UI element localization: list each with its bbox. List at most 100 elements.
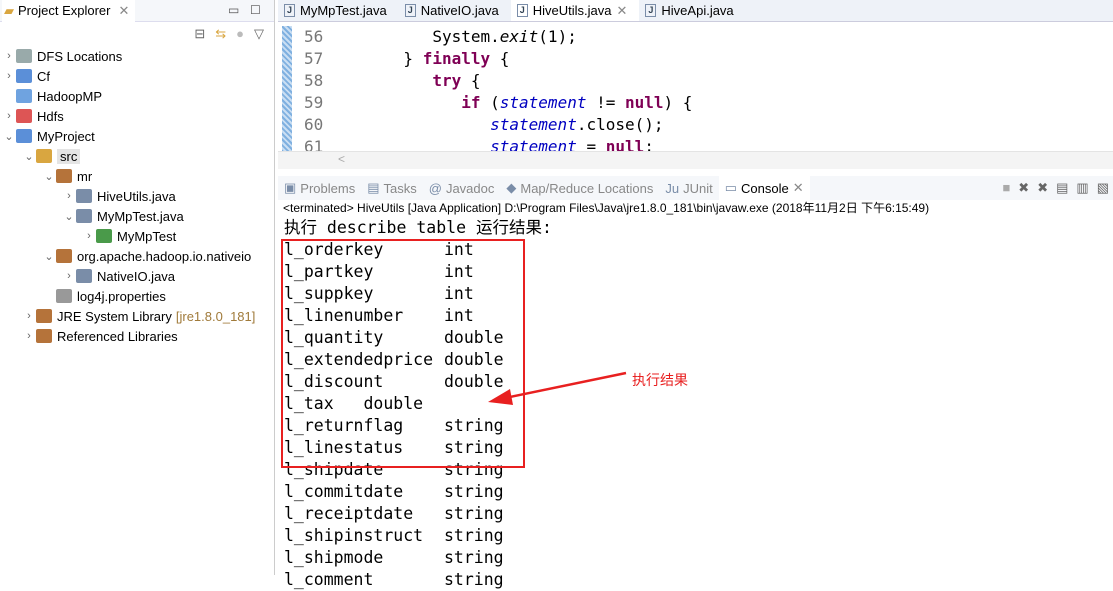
- view-tab[interactable]: ◆ Map/Reduce Locations: [500, 180, 659, 196]
- chevron-down-icon[interactable]: ⌄: [62, 210, 76, 223]
- arrow-icon: [488, 371, 627, 405]
- chevron-down-icon[interactable]: ⌄: [42, 250, 56, 263]
- tree-item-icon: [36, 309, 52, 323]
- tree-item[interactable]: ⌄ MyMpTest.java: [0, 206, 274, 226]
- close-icon[interactable]: ✕: [617, 3, 628, 19]
- line-number: 61: [304, 137, 324, 152]
- chevron-right-icon[interactable]: ›: [62, 190, 76, 202]
- scroll-lock-icon[interactable]: ▥: [1076, 180, 1088, 196]
- view-tab[interactable]: ▣ Problems: [278, 180, 361, 196]
- console-line: l_shipmode string: [284, 547, 1113, 569]
- focus-icon[interactable]: ●: [236, 26, 244, 42]
- tree-item[interactable]: › JRE System Library [jre1.8.0_181]: [0, 306, 274, 326]
- line-number: 60: [304, 115, 324, 134]
- tree-item[interactable]: ⌄ org.apache.hadoop.io.nativeio: [0, 246, 274, 266]
- tree-item-icon: [56, 289, 72, 303]
- tree-item[interactable]: log4j.properties: [0, 286, 274, 306]
- line-number: 58: [304, 71, 324, 90]
- tree-item-icon: [76, 189, 92, 203]
- tree-item[interactable]: ⌄ MyProject: [0, 126, 274, 146]
- annotation-label: 执行结果: [632, 372, 688, 388]
- tree-item-icon: [56, 169, 72, 183]
- remove-launch-icon[interactable]: ✖: [1018, 180, 1029, 196]
- chevron-right-icon[interactable]: ›: [82, 230, 96, 242]
- view-tab[interactable]: ▤ Tasks: [361, 180, 423, 196]
- code-line: } finally {: [336, 49, 510, 68]
- console-line: l_receiptdate string: [284, 503, 1113, 525]
- minimize-icon[interactable]: ▭: [228, 3, 239, 17]
- column-name: l_comment: [284, 570, 374, 589]
- tree-item[interactable]: › NativeIO.java: [0, 266, 274, 286]
- tree-item[interactable]: › Referenced Libraries: [0, 326, 274, 346]
- clear-console-icon[interactable]: ▤: [1056, 180, 1068, 196]
- chevron-right-icon[interactable]: ›: [2, 110, 16, 122]
- close-icon[interactable]: ✕: [118, 3, 129, 19]
- editor-tab[interactable]: J NativeIO.java: [399, 0, 511, 21]
- tree-item[interactable]: › DFS Locations: [0, 46, 274, 66]
- chevron-down-icon[interactable]: ⌄: [2, 130, 16, 143]
- line-number: 59: [304, 93, 324, 112]
- console-line: l_comment string: [284, 569, 1113, 591]
- remove-all-icon[interactable]: ✖: [1037, 180, 1048, 196]
- chevron-right-icon[interactable]: ›: [22, 330, 36, 342]
- tree-item-icon: [36, 329, 52, 343]
- column-name: l_shipmode: [284, 548, 384, 567]
- maximize-icon[interactable]: ☐: [250, 3, 261, 17]
- column-type: string: [444, 570, 504, 589]
- tree-item[interactable]: › Hdfs: [0, 106, 274, 126]
- view-tab-icon: ▣: [284, 180, 297, 195]
- tree-item-icon: [16, 129, 32, 143]
- editor-tab[interactable]: J MyMpTest.java: [278, 0, 399, 21]
- code-editor[interactable]: J MyMpTest.java J NativeIO.java J HiveUtils.j…: [278, 0, 1113, 170]
- tree-item[interactable]: › MyMpTest: [0, 226, 274, 246]
- folder-icon: ▰: [4, 2, 14, 18]
- link-editor-icon[interactable]: ⇆: [215, 26, 226, 42]
- chevron-right-icon[interactable]: ›: [2, 50, 16, 62]
- column-name: l_shipinstruct: [284, 526, 424, 545]
- chevron-down-icon[interactable]: ⌄: [42, 170, 56, 183]
- terminate-icon[interactable]: ■: [1002, 180, 1010, 196]
- tree-item-icon: [16, 49, 32, 63]
- code-line: if (statement != null) {: [461, 93, 693, 112]
- editor-tab[interactable]: J HiveUtils.java ✕: [510, 0, 640, 21]
- view-tab-icon: @: [428, 180, 442, 196]
- view-menu-icon[interactable]: ▽: [254, 26, 264, 42]
- tree-item[interactable]: ⌄ src: [0, 146, 274, 166]
- word-wrap-icon[interactable]: ▧: [1097, 180, 1109, 196]
- project-explorer-tab[interactable]: ▰ Project Explorer ✕: [2, 0, 136, 22]
- view-tab[interactable]: Ju JUnit: [659, 181, 718, 196]
- highlight-box: [281, 239, 525, 468]
- column-name: l_commitdate: [284, 482, 404, 501]
- view-tab[interactable]: @ Javadoc: [423, 181, 501, 196]
- console-status: <terminated> HiveUtils [Java Application…: [283, 201, 930, 215]
- column-type: string: [444, 548, 504, 567]
- tree-item[interactable]: › HiveUtils.java: [0, 186, 274, 206]
- tree-item-icon: [56, 249, 72, 263]
- tree-item[interactable]: HadoopMP: [0, 86, 274, 106]
- java-file-icon: J: [516, 4, 528, 17]
- tree-item-icon: [76, 209, 92, 223]
- tree-item-icon: [36, 149, 52, 163]
- code-line: statement = null;: [490, 137, 654, 152]
- chevron-right-icon[interactable]: ›: [2, 70, 16, 82]
- column-type: string: [444, 482, 504, 501]
- code-line: statement.close();: [490, 115, 664, 134]
- column-name: l_receiptdate: [284, 504, 414, 523]
- tree-item-icon: [16, 69, 32, 83]
- column-type: string: [444, 504, 504, 523]
- chevron-down-icon[interactable]: ⌄: [22, 150, 36, 163]
- editor-tab[interactable]: J HiveApi.java: [639, 0, 745, 21]
- tree-item[interactable]: ⌄ mr: [0, 166, 274, 186]
- line-number: 57: [304, 49, 324, 68]
- project-explorer: ▰ Project Explorer ✕ ▭ ☐ ⊟ ⇆ ● ▽ › DFS Locatio…: [0, 0, 275, 575]
- chevron-right-icon[interactable]: ›: [62, 270, 76, 282]
- chevron-right-icon[interactable]: ›: [22, 310, 36, 322]
- java-file-icon: J: [645, 4, 657, 17]
- horizontal-scrollbar[interactable]: <: [278, 151, 1113, 169]
- close-icon[interactable]: ✕: [793, 180, 804, 196]
- java-file-icon: J: [284, 4, 295, 17]
- view-tab[interactable]: ▭ Console ✕: [718, 176, 810, 200]
- tree-item-icon: [96, 229, 112, 243]
- collapse-all-icon[interactable]: ⊟: [194, 26, 205, 42]
- tree-item[interactable]: › Cf: [0, 66, 274, 86]
